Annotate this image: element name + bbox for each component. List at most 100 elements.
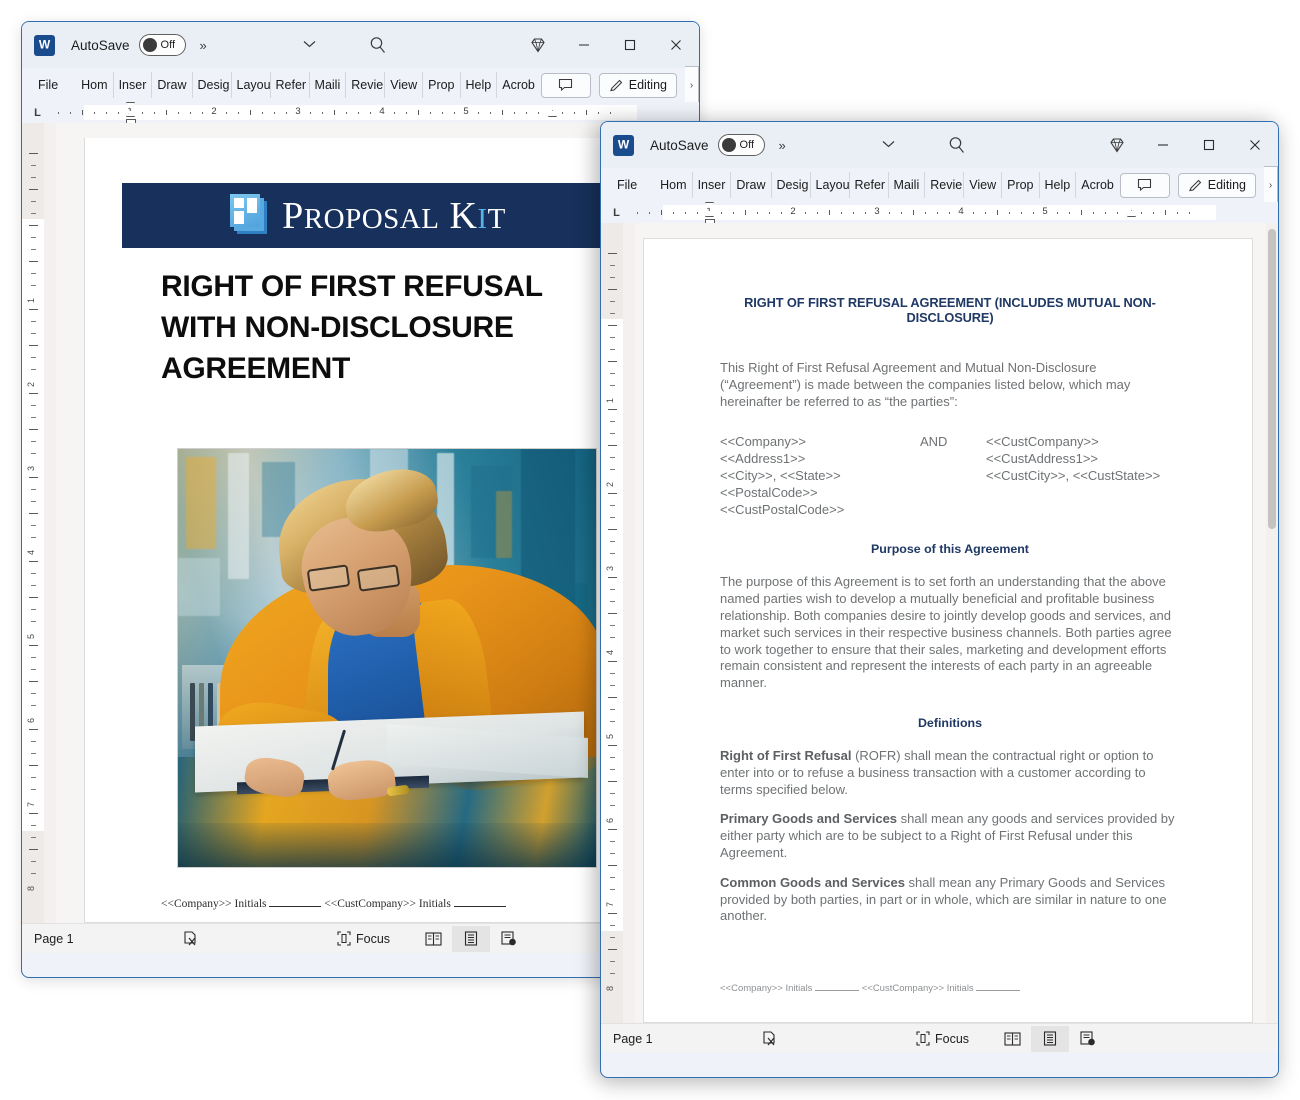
proposal-kit-wordmark: PROPOSAL KIT xyxy=(282,194,506,237)
tab-review[interactable]: Revie xyxy=(925,172,965,198)
definition-common-goods: Common Goods and Services shall mean any… xyxy=(720,875,1180,925)
tab-home[interactable]: Hom xyxy=(655,172,693,198)
quick-access-more-button[interactable]: » xyxy=(200,38,207,53)
tab-mailings[interactable]: Maili xyxy=(310,72,347,98)
quick-access-more-button[interactable]: » xyxy=(779,138,786,153)
tab-design[interactable]: Desig xyxy=(772,172,811,198)
vertical-ruler-front[interactable]: 1 2 3 4 5 6 7 8 xyxy=(601,223,623,1023)
definition-rofr: Right of First Refusal (ROFR) shall mean… xyxy=(720,748,1180,798)
tab-acrobat[interactable]: Acrob xyxy=(497,72,536,98)
tab-properties[interactable]: Prop xyxy=(423,72,461,98)
tab-view[interactable]: View xyxy=(964,172,1003,198)
tab-file[interactable]: File xyxy=(33,72,64,98)
document-canvas-back[interactable]: 1 2 3 4 5 6 7 8 PROPOSAL KIT RIGHT OF FI… xyxy=(22,123,699,923)
horizontal-ruler-front[interactable]: L 1 xyxy=(601,202,1278,226)
cover-title-line-1: RIGHT OF FIRST REFUSAL xyxy=(161,270,543,303)
tab-draw[interactable]: Draw xyxy=(731,172,772,198)
web-layout-view-button[interactable] xyxy=(490,926,528,952)
tab-stop-selector[interactable]: L xyxy=(601,207,625,219)
maximize-button[interactable] xyxy=(1186,122,1232,168)
tab-help[interactable]: Help xyxy=(461,72,498,98)
footer-cust-initials-label: Initials xyxy=(946,983,974,994)
close-button[interactable] xyxy=(653,22,699,68)
tab-help[interactable]: Help xyxy=(1040,172,1077,198)
minimize-button[interactable] xyxy=(1140,122,1186,168)
editing-mode-button[interactable]: Editing xyxy=(598,72,677,98)
view-buttons-front xyxy=(993,1025,1107,1052)
tab-layout[interactable]: Layou xyxy=(811,172,850,198)
tab-file[interactable]: File xyxy=(612,172,643,198)
diamond-icon[interactable] xyxy=(1094,122,1140,168)
web-layout-view-button[interactable] xyxy=(1069,1026,1107,1052)
quick-access-chevron-down-icon[interactable] xyxy=(303,39,316,51)
search-icon[interactable] xyxy=(367,34,389,56)
footer-cust-initials-blank xyxy=(453,906,506,907)
tab-stop-selector[interactable]: L xyxy=(22,107,46,119)
read-mode-view-button[interactable] xyxy=(414,926,452,952)
print-layout-view-button[interactable] xyxy=(1031,1025,1069,1052)
tab-acrobat[interactable]: Acrob xyxy=(1076,172,1115,198)
tab-draw[interactable]: Draw xyxy=(152,72,193,98)
tab-view[interactable]: View xyxy=(385,72,424,98)
tab-home[interactable]: Hom xyxy=(76,72,114,98)
tab-mailings[interactable]: Maili xyxy=(889,172,926,198)
ruler-ticks xyxy=(46,105,699,120)
horizontal-ruler-track[interactable]: 1 2 3 4 5 xyxy=(625,202,1278,226)
page-indicator-front[interactable]: Page 1 xyxy=(613,1032,653,1046)
ruler-number-4: 4 xyxy=(379,106,385,117)
cover-illustration[interactable] xyxy=(177,448,597,868)
eyeglasses-shape xyxy=(306,564,401,592)
tab-insert[interactable]: Inser xyxy=(693,172,732,198)
search-icon[interactable] xyxy=(946,134,968,156)
agreement-body: RIGHT OF FIRST REFUSAL AGREEMENT (INCLUD… xyxy=(644,239,1252,1022)
word-window-back[interactable]: W AutoSave Off » File Hom Inser Draw Des… xyxy=(21,21,700,978)
horizontal-ruler-back[interactable]: L 1 xyxy=(22,102,699,126)
autosave-toggle[interactable]: Off xyxy=(717,134,765,156)
tab-layout[interactable]: Layou xyxy=(232,72,271,98)
footer-cust-company-token: <<CustCompany>> xyxy=(861,983,945,994)
horizontal-ruler-track[interactable]: 1 2 3 4 5 xyxy=(46,102,699,126)
party-right-line-1: <<CustCompany>> xyxy=(986,434,1099,450)
tab-references[interactable]: Refer xyxy=(850,172,889,198)
tab-design[interactable]: Desig xyxy=(193,72,232,98)
ruler-ticks xyxy=(625,205,1278,220)
purpose-heading: Purpose of this Agreement xyxy=(871,542,1029,557)
word-window-front[interactable]: W AutoSave Off » File Hom Inser Draw Des… xyxy=(600,121,1279,1078)
comments-button[interactable] xyxy=(540,72,591,98)
quick-access-chevron-down-icon[interactable] xyxy=(882,139,895,151)
party-left-line-2: <<Address1>> xyxy=(720,451,806,467)
vertical-ruler-back[interactable]: 1 2 3 4 5 6 7 8 xyxy=(22,123,44,923)
tab-properties[interactable]: Prop xyxy=(1002,172,1040,198)
vertical-scrollbar-front[interactable] xyxy=(1266,223,1278,1023)
ribbon-overflow-button[interactable]: › xyxy=(685,66,699,104)
spelling-check-icon[interactable] xyxy=(761,1030,778,1047)
minimize-button[interactable] xyxy=(561,22,607,68)
focus-mode-button[interactable]: Focus xyxy=(916,1031,969,1046)
editing-mode-button[interactable]: Editing xyxy=(1177,172,1256,198)
vertical-scrollbar-thumb[interactable] xyxy=(1268,229,1276,529)
ribbon-tabs-back: File Hom Inser Draw Desig Layou Refer Ma… xyxy=(22,66,699,104)
ribbon-overflow-button[interactable]: › xyxy=(1264,166,1278,204)
tab-insert[interactable]: Inser xyxy=(114,72,153,98)
document-canvas-front[interactable]: 1 2 3 4 5 6 7 8 RIGHT OF FIRST REFUSAL A… xyxy=(601,223,1278,1023)
ruler-number-2: 2 xyxy=(211,106,217,117)
ribbon-tabs-front: File Hom Inser Draw Desig Layou Refer Ma… xyxy=(601,166,1278,204)
close-button[interactable] xyxy=(1232,122,1278,168)
page-indicator-back[interactable]: Page 1 xyxy=(34,932,74,946)
focus-mode-button[interactable]: Focus xyxy=(337,931,390,946)
maximize-button[interactable] xyxy=(607,22,653,68)
ruler-number-4: 4 xyxy=(958,206,964,217)
tab-review[interactable]: Revie xyxy=(346,72,386,98)
read-mode-view-button[interactable] xyxy=(993,1026,1031,1052)
autosave-toggle-knob xyxy=(142,38,157,52)
print-layout-view-button[interactable] xyxy=(452,925,490,952)
autosave-toggle[interactable]: Off xyxy=(138,34,186,56)
diamond-icon[interactable] xyxy=(515,22,561,68)
comments-button[interactable] xyxy=(1119,172,1170,198)
spelling-check-icon[interactable] xyxy=(182,930,199,947)
focus-label: Focus xyxy=(356,931,391,946)
tab-references[interactable]: Refer xyxy=(271,72,310,98)
document-page-back[interactable]: PROPOSAL KIT RIGHT OF FIRST REFUSAL WITH… xyxy=(84,138,644,923)
document-page-front[interactable]: RIGHT OF FIRST REFUSAL AGREEMENT (INCLUD… xyxy=(643,238,1253,1023)
cover-title-line-2: WITH NON-DISCLOSURE xyxy=(161,311,514,344)
